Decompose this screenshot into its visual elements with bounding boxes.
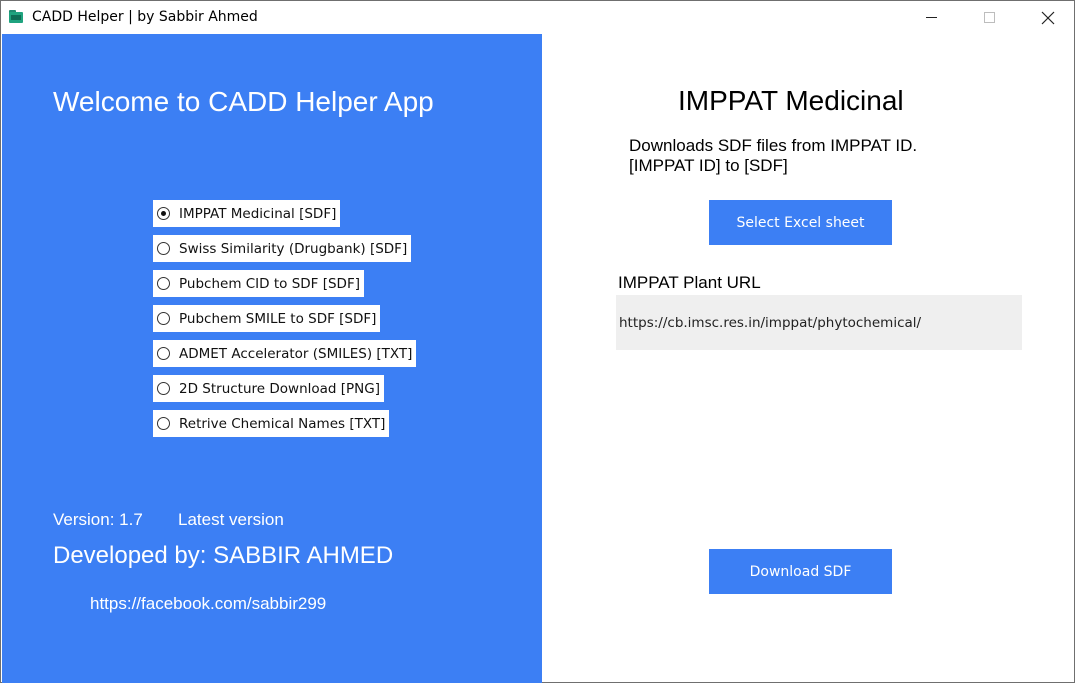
option-pubchem-smile[interactable]: Pubchem SMILE to SDF [SDF]	[153, 305, 381, 332]
left-panel: Welcome to CADD Helper App IMPPAT Medici…	[2, 34, 542, 683]
option-label: 2D Structure Download [PNG]	[179, 380, 380, 397]
option-imppat-medicinal[interactable]: IMPPAT Medicinal [SDF]	[153, 200, 341, 227]
maximize-icon	[984, 12, 995, 23]
option-2d-structure[interactable]: 2D Structure Download [PNG]	[153, 375, 384, 402]
description-line-1: Downloads SDF files from IMPPAT ID.	[629, 136, 918, 155]
option-label: ADMET Accelerator (SMILES) [TXT]	[179, 345, 413, 362]
maximize-button[interactable]	[967, 1, 1012, 34]
radio-button-icon	[157, 347, 170, 360]
welcome-heading: Welcome to CADD Helper App	[53, 86, 434, 117]
option-label: Pubchem CID to SDF [SDF]	[179, 275, 360, 292]
option-admet-accelerator[interactable]: ADMET Accelerator (SMILES) [TXT]	[153, 340, 417, 367]
option-swiss-similarity[interactable]: Swiss Similarity (Drugbank) [SDF]	[153, 235, 412, 262]
description-line-2: [IMPPAT ID] to [SDF]	[629, 156, 788, 175]
developer-credit: Developed by: SABBIR AHMED	[53, 542, 394, 569]
option-pubchem-cid[interactable]: Pubchem CID to SDF [SDF]	[153, 270, 364, 297]
window-title: CADD Helper | by Sabbir Ahmed	[32, 9, 258, 25]
facebook-link[interactable]: https://facebook.com/sabbir299	[90, 594, 326, 614]
radio-button-icon	[157, 312, 170, 325]
option-label: Pubchem SMILE to SDF [SDF]	[179, 310, 377, 327]
close-button[interactable]	[1025, 1, 1070, 34]
minimize-icon	[926, 17, 937, 18]
page-title: IMPPAT Medicinal	[678, 85, 904, 116]
option-label: Retrive Chemical Names [TXT]	[179, 415, 386, 432]
close-icon	[1041, 11, 1054, 24]
radio-button-icon	[157, 277, 170, 290]
app-window: CADD Helper | by Sabbir Ahmed Welcome to…	[0, 0, 1075, 683]
option-retrive-names[interactable]: Retrive Chemical Names [TXT]	[153, 410, 390, 437]
radio-button-icon	[157, 382, 170, 395]
option-label: IMPPAT Medicinal [SDF]	[179, 205, 337, 222]
radio-button-icon	[157, 207, 170, 220]
app-folder-icon	[9, 10, 23, 23]
url-label: IMPPAT Plant URL	[618, 273, 761, 292]
minimize-button[interactable]	[909, 1, 954, 34]
option-label: Swiss Similarity (Drugbank) [SDF]	[179, 240, 408, 257]
version-text: Version: 1.7	[53, 510, 143, 529]
url-input[interactable]: https://cb.imsc.res.in/imppat/phytochemi…	[616, 295, 1022, 350]
version-status: Latest version	[178, 510, 284, 529]
url-input-value: https://cb.imsc.res.in/imppat/phytochemi…	[619, 314, 922, 331]
radio-button-icon	[157, 242, 170, 255]
radio-button-icon	[157, 417, 170, 430]
select-excel-button[interactable]: Select Excel sheet	[709, 200, 892, 245]
title-bar[interactable]: CADD Helper | by Sabbir Ahmed	[1, 1, 1074, 34]
download-sdf-button[interactable]: Download SDF	[709, 549, 892, 594]
